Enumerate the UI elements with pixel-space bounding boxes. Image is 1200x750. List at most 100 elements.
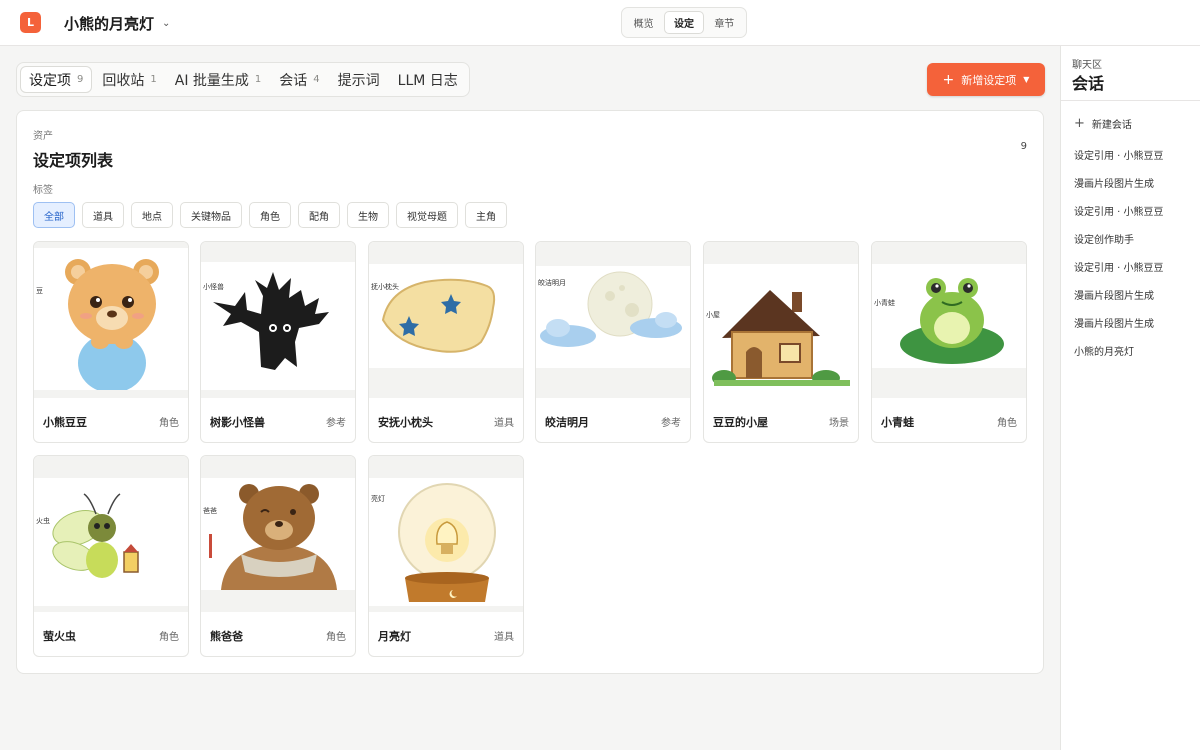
tag-chip[interactable]: 主角 [465,202,507,228]
pillow-illustration [381,278,496,353]
asset-card[interactable]: 小怪兽 树影小怪兽 参考 [200,241,356,443]
add-setting-label: 新增设定项 [961,73,1017,87]
tag-chip[interactable]: 道具 [82,202,124,228]
asset-card[interactable]: 豆 小熊豆豆 角色 [33,241,189,443]
tab-sessions[interactable]: 会话 4 [271,66,327,93]
asset-thumbnail: 爸爸 [201,456,355,612]
plus-icon: + [942,71,955,88]
asset-name: 小青蛙 [881,416,914,429]
tag-chip[interactable]: 角色 [249,202,291,228]
frog-illustration [900,278,1004,364]
session-item[interactable]: 漫画片段图片生成 [1074,178,1164,206]
thumbnail-caption: 豆 [36,287,43,295]
asset-card[interactable]: 火虫 萤火虫 角色 [33,455,189,657]
asset-thumbnail: 豆 [34,242,188,398]
session-item[interactable]: 小熊的月亮灯 [1074,346,1164,374]
tab-label: 回收站 [102,72,145,89]
panel-eyebrow: 资产 [33,131,53,142]
asset-name: 月亮灯 [378,630,411,643]
moon-lamp-illustration [398,483,496,602]
app-logo[interactable]: L [20,12,41,33]
asset-card[interactable]: 小青蛙 小青蛙 角色 [871,241,1027,443]
view-chapters[interactable]: 章节 [706,11,743,34]
asset-card[interactable]: 抚小枕头 安抚小枕头 道具 [368,241,524,443]
session-item[interactable]: 漫画片段图片生成 [1074,290,1164,318]
asset-card[interactable]: 小屋 豆豆的小屋 场景 [703,241,859,443]
new-session-button[interactable]: + 新建会话 [1074,116,1132,131]
tree-monster-illustration [213,272,329,370]
tag-chip[interactable]: 配角 [298,202,340,228]
thumbnail-caption: 皎洁明月 [538,279,566,287]
asset-name: 豆豆的小屋 [713,416,768,429]
chat-sidebar: 聊天区 会话 + 新建会话 设定引用 · 小熊豆豆 漫画片段图片生成 设定引用 … [1060,46,1200,750]
session-item[interactable]: 设定引用 · 小熊豆豆 [1074,262,1164,290]
asset-card[interactable]: 亮灯 月亮灯 道具 [368,455,524,657]
tab-label: LLM 日志 [397,72,458,89]
asset-type: 道具 [494,632,514,643]
thumbnail-caption: 小青蛙 [874,299,895,307]
item-count: 9 [1020,141,1027,152]
tag-chip[interactable]: 生物 [347,202,389,228]
top-bar: L 小熊的月亮灯 ⌄ 概览 设定 章节 [0,0,1200,46]
settings-list-panel: 资产 设定项列表 9 标签 全部 道具 地点 关键物品 角色 配角 生物 视觉母… [16,110,1044,674]
tab-settings-items[interactable]: 设定项 9 [20,66,93,93]
asset-thumbnail: 小屋 [704,242,858,398]
tag-chip[interactable]: 关键物品 [180,202,242,228]
asset-thumbnail: 火虫 [34,456,188,612]
tab-label: 会话 [279,72,308,89]
tag-filter: 全部 道具 地点 关键物品 角色 配角 生物 视觉母题 主角 [33,202,507,228]
asset-type: 角色 [997,418,1017,429]
asset-type: 场景 [829,418,849,429]
tab-ai-batch[interactable]: AI 批量生成 1 [167,66,270,93]
asset-thumbnail: 小怪兽 [201,242,355,398]
asset-thumbnail: 皎洁明月 [536,242,690,398]
view-settings[interactable]: 设定 [664,11,704,34]
plus-icon: + [1074,116,1085,131]
tab-count: 1 [150,74,157,85]
tag-chip-all[interactable]: 全部 [33,202,75,228]
tab-recycle-bin[interactable]: 回收站 1 [94,66,164,93]
thumbnail-caption: 抚小枕头 [371,283,399,291]
asset-type: 参考 [326,418,346,429]
session-item[interactable]: 设定引用 · 小熊豆豆 [1074,150,1164,178]
project-title: 小熊的月亮灯 [64,15,155,33]
session-item[interactable]: 设定引用 · 小熊豆豆 [1074,206,1164,234]
session-item[interactable]: 设定创作助手 [1074,234,1164,262]
tag-chip[interactable]: 地点 [131,202,173,228]
view-overview[interactable]: 概览 [625,11,662,34]
asset-name: 树影小怪兽 [210,416,265,429]
session-list: 设定引用 · 小熊豆豆 漫画片段图片生成 设定引用 · 小熊豆豆 设定创作助手 … [1074,150,1164,374]
asset-name: 熊爸爸 [210,630,243,643]
session-item[interactable]: 漫画片段图片生成 [1074,318,1164,346]
asset-thumbnail: 亮灯 [369,456,523,612]
bear-illustration [65,259,159,390]
tag-filter-label: 标签 [33,185,53,196]
asset-thumbnail: 抚小枕头 [369,242,523,398]
asset-name: 皎洁明月 [545,416,589,429]
asset-name: 安抚小枕头 [378,416,433,429]
tab-label: 提示词 [337,72,380,89]
asset-type: 角色 [326,632,346,643]
divider [1061,100,1200,101]
asset-tabs: 设定项 9 回收站 1 AI 批量生成 1 会话 4 提示词 LLM 日志 [16,62,470,97]
tab-label: 设定项 [29,72,71,89]
asset-card[interactable]: 皎洁明月 皎洁明月 参考 [535,241,691,443]
thumbnail-caption: 火虫 [36,517,50,525]
project-switcher[interactable]: 小熊的月亮灯 ⌄ [64,13,170,34]
papa-bear-illustration [209,484,337,590]
asset-card[interactable]: 爸爸 熊爸爸 角色 [200,455,356,657]
sidebar-eyebrow: 聊天区 [1072,60,1102,71]
new-session-label: 新建会话 [1091,120,1132,131]
add-setting-button[interactable]: + 新增设定项 ▼ [927,63,1045,96]
tab-count: 9 [77,74,84,85]
tab-prompts[interactable]: 提示词 [330,66,388,93]
house-illustration [712,290,850,386]
thumbnail-caption: 亮灯 [371,495,385,503]
tag-chip[interactable]: 视觉母题 [396,202,458,228]
panel-title: 设定项列表 [33,151,114,170]
chevron-down-icon: ▼ [1023,75,1030,84]
tab-llm-log[interactable]: LLM 日志 [390,66,466,93]
asset-type: 参考 [661,418,681,429]
firefly-illustration [52,493,139,578]
tab-label: AI 批量生成 [174,72,249,89]
